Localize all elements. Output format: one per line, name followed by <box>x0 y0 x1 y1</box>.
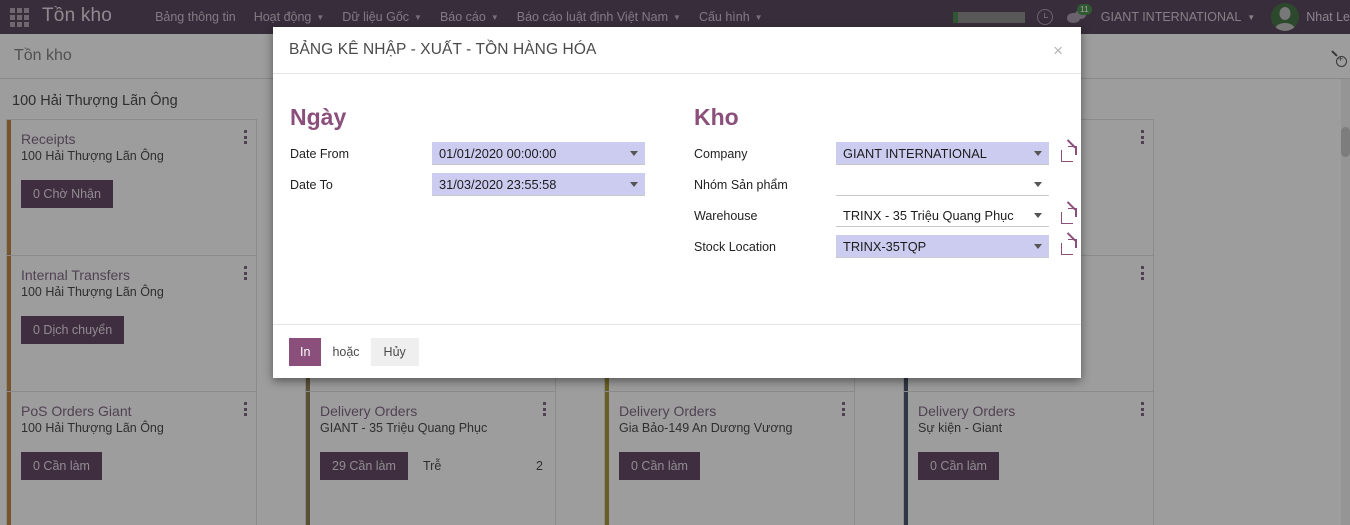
stock-location-value: TRINX-35TQP <box>843 238 927 254</box>
company-value: GIANT INTERNATIONAL <box>843 145 987 161</box>
chevron-down-icon <box>630 151 638 156</box>
stock-location-select[interactable]: TRINX-35TQP <box>836 235 1049 258</box>
dialog-header: BẢNG KÊ NHẬP - XUẤT - TỒN HÀNG HÓA × <box>273 27 1081 74</box>
date-to-input[interactable]: 31/03/2020 23:55:58 <box>432 173 645 196</box>
chevron-down-icon <box>1034 151 1042 156</box>
field-row-stock-location: Stock Location TRINX-35TQP <box>693 231 1081 258</box>
warehouse-select[interactable]: TRINX - 35 Triệu Quang Phục <box>836 204 1049 227</box>
open-stock-location-external-link-icon[interactable] <box>1061 231 1077 255</box>
label-date-from: Date From <box>290 146 350 161</box>
close-icon[interactable]: × <box>1053 42 1063 59</box>
section-legend-warehouse: Kho <box>694 104 739 130</box>
label-warehouse: Warehouse <box>694 208 758 223</box>
open-company-external-link-icon[interactable] <box>1061 138 1077 162</box>
date-from-value: 01/01/2020 00:00:00 <box>439 145 557 161</box>
field-row-product-group: Nhóm Sản phẩm <box>693 173 1081 196</box>
print-button[interactable]: In <box>289 337 322 366</box>
field-row-company: Company GIANT INTERNATIONAL <box>693 138 1081 165</box>
date-from-input[interactable]: 01/01/2020 00:00:00 <box>432 142 645 165</box>
dialog-title: BẢNG KÊ NHẬP - XUẤT - TỒN HÀNG HÓA <box>289 41 597 58</box>
app-root: Tồn kho Bảng thông tin Hoạt động ▼ Dữ li… <box>0 0 1350 525</box>
field-row-date-from: Date From 01/01/2020 00:00:00 <box>289 142 677 165</box>
dialog-footer: In hoặc Hủy <box>273 324 1081 378</box>
field-row-warehouse: Warehouse TRINX - 35 Triệu Quang Phục <box>693 200 1081 227</box>
company-select[interactable]: GIANT INTERNATIONAL <box>836 142 1049 165</box>
chevron-down-icon <box>1034 182 1042 187</box>
warehouse-value: TRINX - 35 Triệu Quang Phục <box>843 207 1014 223</box>
label-date-to: Date To <box>290 177 333 192</box>
product-group-select[interactable] <box>836 173 1049 196</box>
report-wizard-dialog: BẢNG KÊ NHẬP - XUẤT - TỒN HÀNG HÓA × Ngà… <box>273 27 1081 378</box>
date-to-value: 31/03/2020 23:55:58 <box>439 176 557 192</box>
form-section-warehouse: Kho Company GIANT INTERNATIONAL Nhóm Sản… <box>677 104 1081 266</box>
field-row-date-to: Date To 31/03/2020 23:55:58 <box>289 173 677 196</box>
cancel-button[interactable]: Hủy <box>370 337 419 366</box>
form-section-date: Ngày Date From 01/01/2020 00:00:00 Date … <box>273 104 677 266</box>
open-warehouse-external-link-icon[interactable] <box>1061 200 1077 224</box>
chevron-down-icon <box>1034 244 1042 249</box>
chevron-down-icon <box>630 182 638 187</box>
label-stock-location: Stock Location <box>694 239 776 254</box>
dialog-body: Ngày Date From 01/01/2020 00:00:00 Date … <box>273 74 1081 324</box>
label-product-group: Nhóm Sản phẩm <box>694 177 788 192</box>
label-company: Company <box>694 146 748 161</box>
section-legend-date: Ngày <box>290 104 347 130</box>
or-label: hoặc <box>332 344 360 359</box>
chevron-down-icon <box>1034 213 1042 218</box>
